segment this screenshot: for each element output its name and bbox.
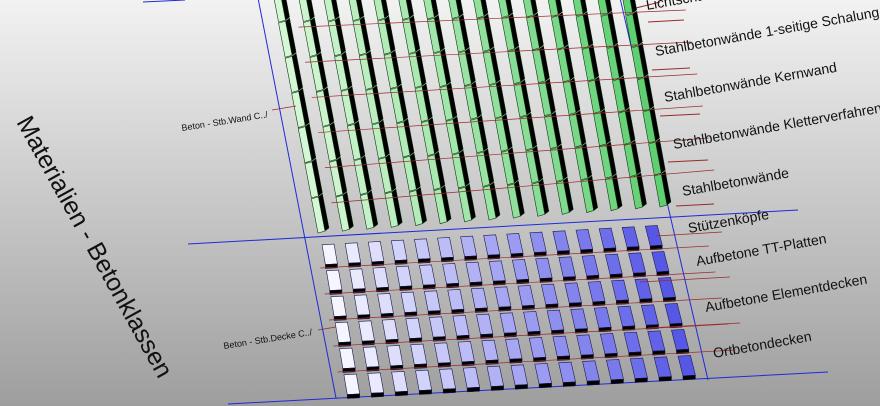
- slab-block-lip: [466, 386, 480, 393]
- slab-block-lip: [538, 382, 552, 389]
- slab-block-lip: [370, 392, 384, 398]
- slab-block-lip: [418, 389, 432, 395]
- slab-block-lip: [658, 376, 672, 382]
- slab-block-lip: [514, 384, 528, 390]
- slab-block-lip: [562, 381, 576, 387]
- slab-block-lip: [442, 388, 456, 394]
- slab-block-lip: [634, 377, 648, 383]
- slab-block-lip: [586, 380, 600, 386]
- model-viewport[interactable]: Materialien - Betonklassen Beton - Stb.W…: [0, 0, 880, 406]
- slab-block-lip: [682, 374, 696, 381]
- slab-block-lip: [490, 385, 504, 391]
- slab-block-lip: [346, 393, 360, 399]
- slab-block-lip: [610, 378, 624, 385]
- slab-block-lip: [394, 390, 408, 397]
